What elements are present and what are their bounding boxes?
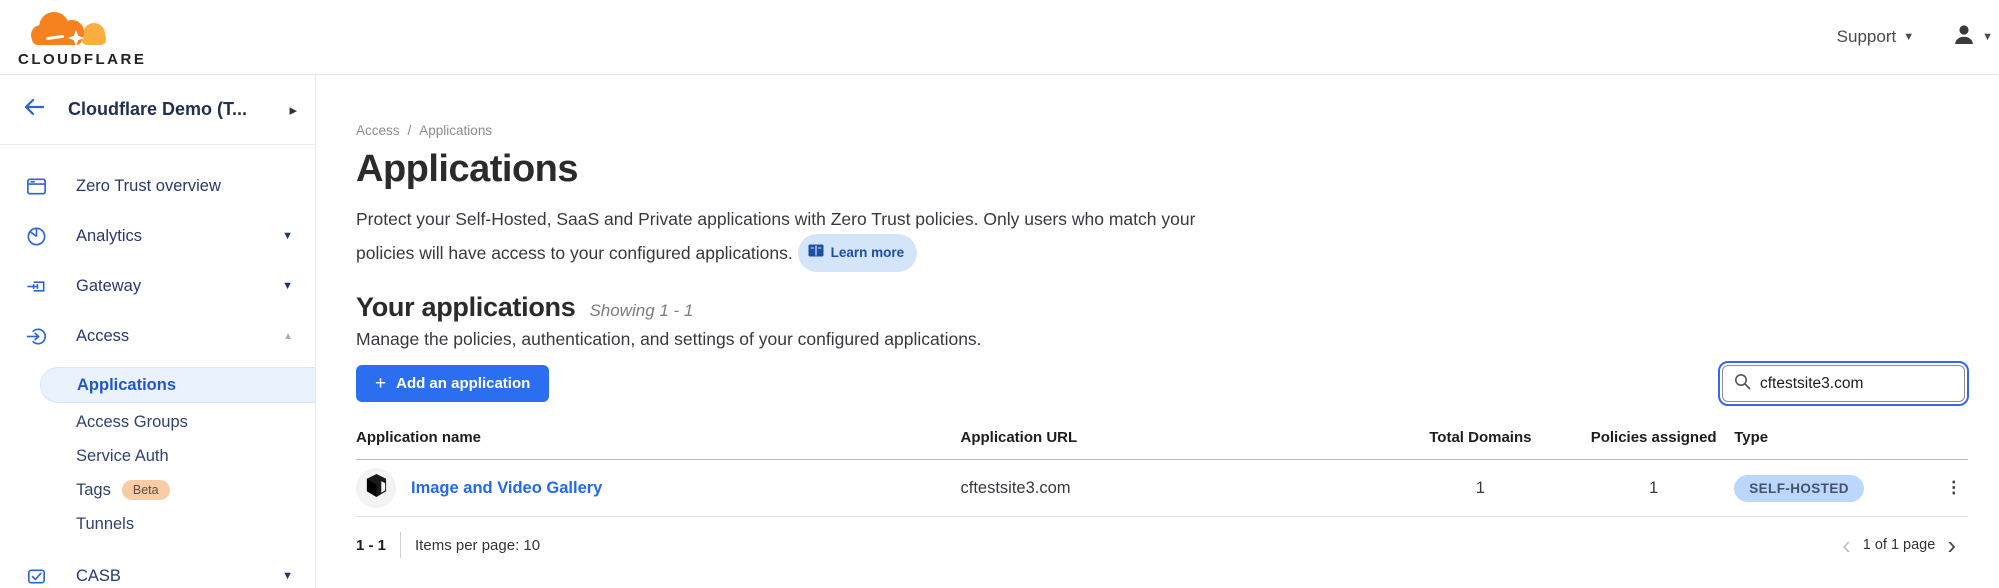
cloudflare-cloud-icon (18, 6, 118, 53)
access-subnav: Applications Access Groups Service Auth … (0, 361, 315, 546)
breadcrumb-access[interactable]: Access (356, 123, 400, 138)
page-title: Applications (356, 148, 1968, 191)
sidebar-item-access[interactable]: Access ▲ (0, 311, 315, 361)
support-menu[interactable]: Support ▼ (1837, 27, 1914, 47)
section-title: Your applications (356, 292, 575, 323)
chevron-down-icon[interactable]: ▼ (282, 570, 293, 582)
column-header-policies-assigned: Policies assigned (1573, 429, 1734, 460)
analytics-pie-icon (25, 225, 48, 248)
sidebar-item-label: Gateway (76, 277, 141, 296)
cloudflare-zero-trust-dashboard: CLOUDFLARE Support ▼ ▼ (0, 0, 1999, 588)
application-name-cell: Image and Video Gallery (356, 468, 961, 508)
showing-count: Showing 1 - 1 (589, 301, 693, 321)
chevron-down-icon: ▼ (1982, 31, 1993, 43)
sidebar-item-gateway[interactable]: Gateway ▼ (0, 261, 315, 311)
column-header-application-name: Application name (356, 429, 961, 460)
sidebar-item-label: Zero Trust overview (76, 177, 221, 196)
add-application-label: Add an application (396, 375, 530, 392)
sidebar-item-label: Analytics (76, 227, 142, 246)
support-label: Support (1837, 27, 1897, 47)
page-description: Protect your Self-Hosted, SaaS and Priva… (356, 204, 1236, 272)
column-header-type: Type (1734, 429, 1927, 460)
application-url-cell: cftestsite3.com (961, 460, 1388, 517)
sidebar-item-analytics[interactable]: Analytics ▼ (0, 211, 315, 261)
application-avatar (356, 468, 396, 508)
sidebar-item-tags[interactable]: Tags Beta (0, 473, 315, 507)
back-arrow-icon[interactable] (22, 97, 46, 122)
gateway-icon (25, 275, 48, 298)
sidebar-item-label: Access Groups (76, 413, 188, 432)
table-controls: + Add an application (356, 365, 1968, 402)
sidebar-item-label: Service Auth (76, 447, 169, 466)
search-input[interactable] (1760, 375, 1953, 393)
sidebar-item-tunnels[interactable]: Tunnels (0, 507, 315, 541)
column-header-total-domains: Total Domains (1388, 429, 1573, 460)
access-login-icon (25, 325, 48, 348)
cloudflare-logo[interactable]: CLOUDFLARE (0, 6, 146, 68)
items-range: 1 - 1 (356, 537, 386, 554)
table-header-row: Application name Application URL Total D… (356, 429, 1968, 460)
items-per-page[interactable]: Items per page: 10 (415, 537, 540, 554)
breadcrumb-separator: / (408, 123, 412, 138)
account-name: Cloudflare Demo (T... (68, 99, 247, 120)
add-application-button[interactable]: + Add an application (356, 365, 549, 402)
footer-divider (400, 532, 401, 558)
table-row: Image and Video Gallery cftestsite3.com … (356, 460, 1968, 517)
app-cube-icon (365, 473, 388, 503)
main-content: Access / Applications Applications Prote… (316, 75, 1999, 588)
pagination: ‹ 1 of 1 page › (1842, 535, 1968, 555)
sidebar-item-label: CASB (76, 567, 121, 586)
next-page-icon[interactable]: › (1947, 535, 1956, 555)
sidebar-item-casb[interactable]: CASB ▼ (0, 551, 315, 588)
cloudflare-logo-text: CLOUDFLARE (18, 51, 146, 68)
learn-more-button[interactable]: Learn more (798, 234, 918, 272)
chevron-down-icon[interactable]: ▼ (282, 280, 293, 292)
breadcrumb-applications[interactable]: Applications (419, 123, 492, 138)
section-header: Your applications Showing 1 - 1 (356, 292, 1968, 323)
casb-check-icon (25, 565, 48, 588)
sidebar-item-zero-trust-overview[interactable]: Zero Trust overview (0, 161, 315, 211)
row-overflow-menu-icon[interactable]: ⋮ (1928, 460, 1968, 517)
overview-window-icon (25, 175, 48, 198)
account-header: Cloudflare Demo (T... ▸ (0, 75, 315, 145)
total-domains-cell: 1 (1388, 460, 1573, 517)
sidebar-item-label: Tunnels (76, 515, 134, 534)
user-icon (1952, 23, 1976, 52)
previous-page-icon[interactable]: ‹ (1842, 535, 1851, 555)
chevron-down-icon: ▼ (1903, 31, 1914, 43)
column-header-application-url: Application URL (961, 429, 1388, 460)
sidebar-item-label: Tags (76, 481, 111, 500)
sidebar-nav: Zero Trust overview Analytics ▼ (0, 145, 315, 588)
top-bar: CLOUDFLARE Support ▼ ▼ (0, 0, 1999, 75)
section-subheading: Manage the policies, authentication, and… (356, 329, 1968, 350)
applications-table: Application name Application URL Total D… (356, 429, 1968, 517)
user-account-menu[interactable]: ▼ (1952, 23, 1993, 52)
chevron-down-icon[interactable]: ▼ (282, 230, 293, 242)
sidebar-item-access-groups[interactable]: Access Groups (0, 405, 315, 439)
application-name-link[interactable]: Image and Video Gallery (411, 479, 602, 498)
sidebar-item-applications[interactable]: Applications (40, 367, 315, 403)
description-text: Protect your Self-Hosted, SaaS and Priva… (356, 209, 1195, 263)
beta-badge: Beta (122, 480, 170, 500)
policies-assigned-cell: 1 (1573, 460, 1734, 517)
sidebar-item-label: Applications (77, 376, 176, 395)
breadcrumb: Access / Applications (356, 123, 1968, 138)
top-bar-right: Support ▼ ▼ (1837, 23, 1999, 52)
type-cell: SELF-HOSTED (1734, 460, 1927, 517)
footer-left: 1 - 1 Items per page: 10 (356, 532, 540, 558)
application-search (1722, 365, 1965, 402)
sidebar: Cloudflare Demo (T... ▸ Zero Trust overv… (0, 75, 316, 588)
search-icon (1734, 373, 1751, 395)
chevron-up-icon[interactable]: ▲ (283, 331, 293, 342)
page-indicator: 1 of 1 page (1863, 537, 1936, 553)
account-expand-icon[interactable]: ▸ (289, 101, 297, 119)
table-footer: 1 - 1 Items per page: 10 ‹ 1 of 1 page › (356, 517, 1968, 558)
learn-more-label: Learn more (831, 238, 905, 268)
plus-icon: + (375, 373, 386, 395)
sidebar-item-service-auth[interactable]: Service Auth (0, 439, 315, 473)
column-header-actions (1928, 429, 1968, 460)
sidebar-item-label: Access (76, 327, 129, 346)
book-icon (808, 238, 824, 268)
type-badge: SELF-HOSTED (1734, 475, 1864, 502)
